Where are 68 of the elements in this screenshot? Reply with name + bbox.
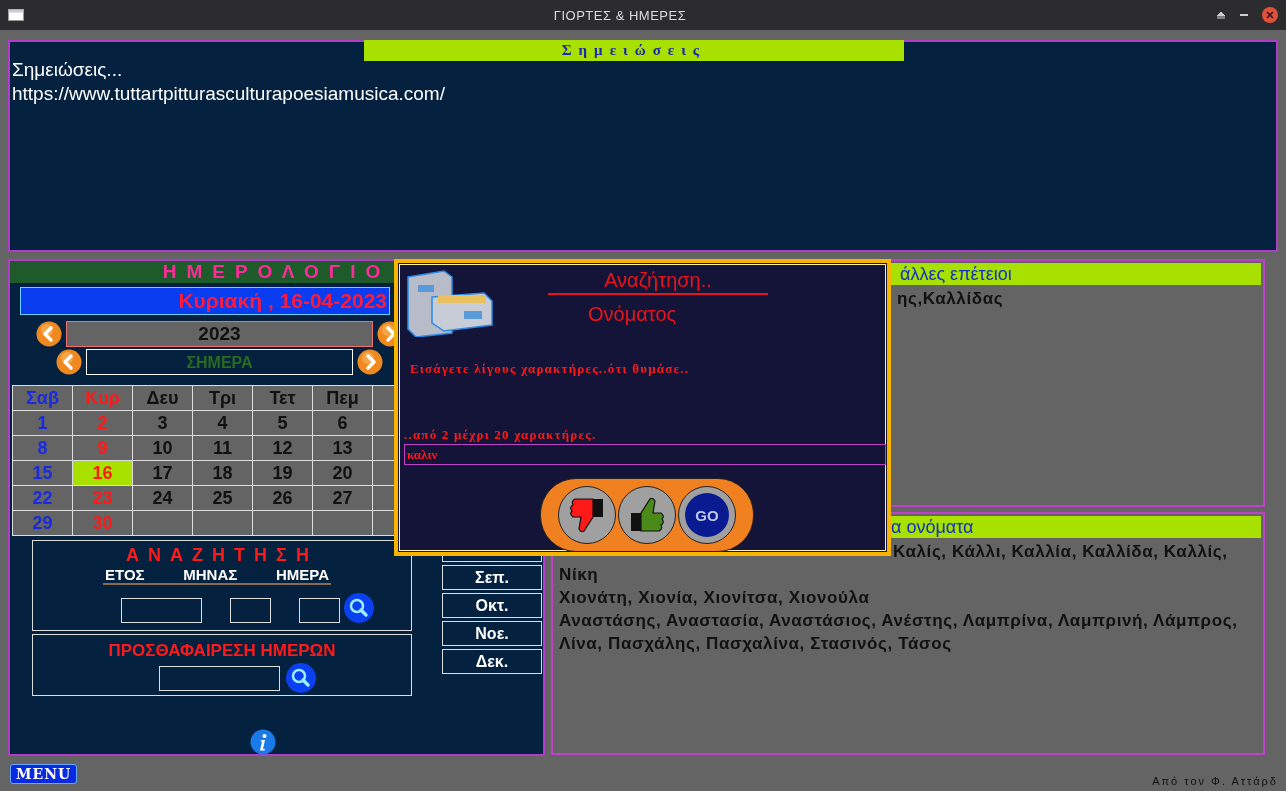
day-cell[interactable]: 11 — [193, 436, 253, 461]
field-label: ΗΜΕΡΑ — [275, 566, 329, 583]
input-field[interactable] — [229, 597, 271, 623]
day-cell[interactable]: 13 — [313, 436, 373, 461]
go-button[interactable]: GO — [678, 486, 736, 544]
day-cell[interactable]: 16 — [73, 461, 133, 486]
window-title: ΓΙΟΡΤΕΣ & ΗΜΕΡΕΣ — [552, 7, 688, 23]
menu-button[interactable]: MENU — [10, 764, 78, 784]
credit-text: Από τον Φ. Αττάρδ — [1152, 774, 1278, 787]
weekday-header: Δευ — [133, 386, 193, 411]
day-cell[interactable]: 24 — [133, 486, 193, 511]
day-cell[interactable]: 25 — [193, 486, 253, 511]
search-icon[interactable] — [343, 593, 374, 623]
field-label: ΜΗΝΑΣ — [183, 566, 238, 583]
names-text: Αναστάσης, Αναστασία, Αναστάσιος, Ανέστης, Λαμπρίνα, Λαμπρινή, Λάμπρος, Λίνα, Πασχάλης, Πασχαλίνα, Στασινός, Τάσος — [558, 610, 1239, 655]
day-cell[interactable]: 17 — [133, 461, 193, 486]
prompt-text: Εισάγετε λίγους χαρακτήρες..ότι θυμάσε.. — [410, 361, 690, 377]
weekday-header: Τρι — [193, 386, 253, 411]
hint-text: ..από 2 μέχρι 20 χαρακτήρες. — [404, 427, 597, 443]
weekday-header: Σαβ — [13, 386, 73, 411]
date-bar: Κυριακή , 16-04-2023 — [20, 287, 390, 315]
month-button[interactable]: Οκτ. — [442, 593, 542, 618]
dialog-title: Αναζήτηση.. — [548, 269, 768, 295]
calendar-cell — [313, 511, 373, 536]
year-field: 2023 — [66, 321, 373, 347]
weekday-header: Πεμ — [313, 386, 373, 411]
day-cell[interactable]: 19 — [253, 461, 313, 486]
anniversary-text: ης,Καλλίδας — [896, 288, 1005, 310]
names-text: Χιονάτη, Χιονία, Χιονίτσα, Χιονούλα — [558, 587, 871, 609]
names-text: Νίκη — [558, 564, 600, 586]
today-button[interactable]: ΣΗΜΕΡΑ — [86, 349, 353, 375]
shade-icon[interactable] — [1216, 11, 1226, 19]
info-icon[interactable] — [250, 729, 276, 755]
day-cell[interactable]: 4 — [193, 411, 253, 436]
field-label: ΕΤΟΣ — [105, 566, 145, 583]
note-line: https://www.tuttartpitturasculturapoesiamusica.com/ — [12, 82, 446, 106]
name-input-field[interactable]: καλιν — [404, 444, 886, 465]
close-icon[interactable] — [1262, 7, 1278, 23]
day-cell[interactable]: 26 — [253, 486, 313, 511]
day-cell[interactable]: 18 — [193, 461, 253, 486]
search-icon[interactable] — [285, 663, 316, 693]
input-field[interactable] — [298, 597, 340, 623]
input-field[interactable] — [158, 665, 280, 691]
input-field[interactable] — [120, 597, 202, 623]
day-cell[interactable]: 20 — [313, 461, 373, 486]
weekday-header: Κυρ — [73, 386, 133, 411]
calendar-cell — [193, 511, 253, 536]
day-cell[interactable]: 27 — [313, 486, 373, 511]
month-button[interactable]: Νοε. — [442, 621, 542, 646]
day-cell[interactable]: 12 — [253, 436, 313, 461]
file-cabinet-icon — [404, 267, 494, 337]
add-days-title: ΠΡΟΣΘΑΦΑΙΡΕΣΗ ΗΜΕΡΩΝ — [108, 641, 336, 661]
day-cell[interactable]: 3 — [133, 411, 193, 436]
month-button[interactable]: Δεκ. — [442, 649, 542, 674]
search-title: ΑΝΑΖΗΤΗΣΗ — [126, 545, 318, 566]
day-cell[interactable]: 6 — [313, 411, 373, 436]
calendar-cell — [253, 511, 313, 536]
calendar-cell — [133, 511, 193, 536]
note-line: Σημειώσεις... — [12, 58, 124, 82]
notes-header: Σημειώσεις — [364, 40, 904, 61]
dialog-subtitle: Ονόματος — [588, 303, 677, 326]
day-cell[interactable]: 5 — [253, 411, 313, 436]
window-icon — [8, 9, 24, 21]
names-text: Καλίς, Κάλλι, Καλλία, Καλλίδα, Καλλίς, — [892, 541, 1229, 563]
weekday-header: Τετ — [253, 386, 313, 411]
month-button[interactable]: Σεπ. — [442, 565, 542, 590]
thumbs-down-button[interactable] — [558, 486, 616, 544]
day-cell[interactable]: 10 — [133, 436, 193, 461]
